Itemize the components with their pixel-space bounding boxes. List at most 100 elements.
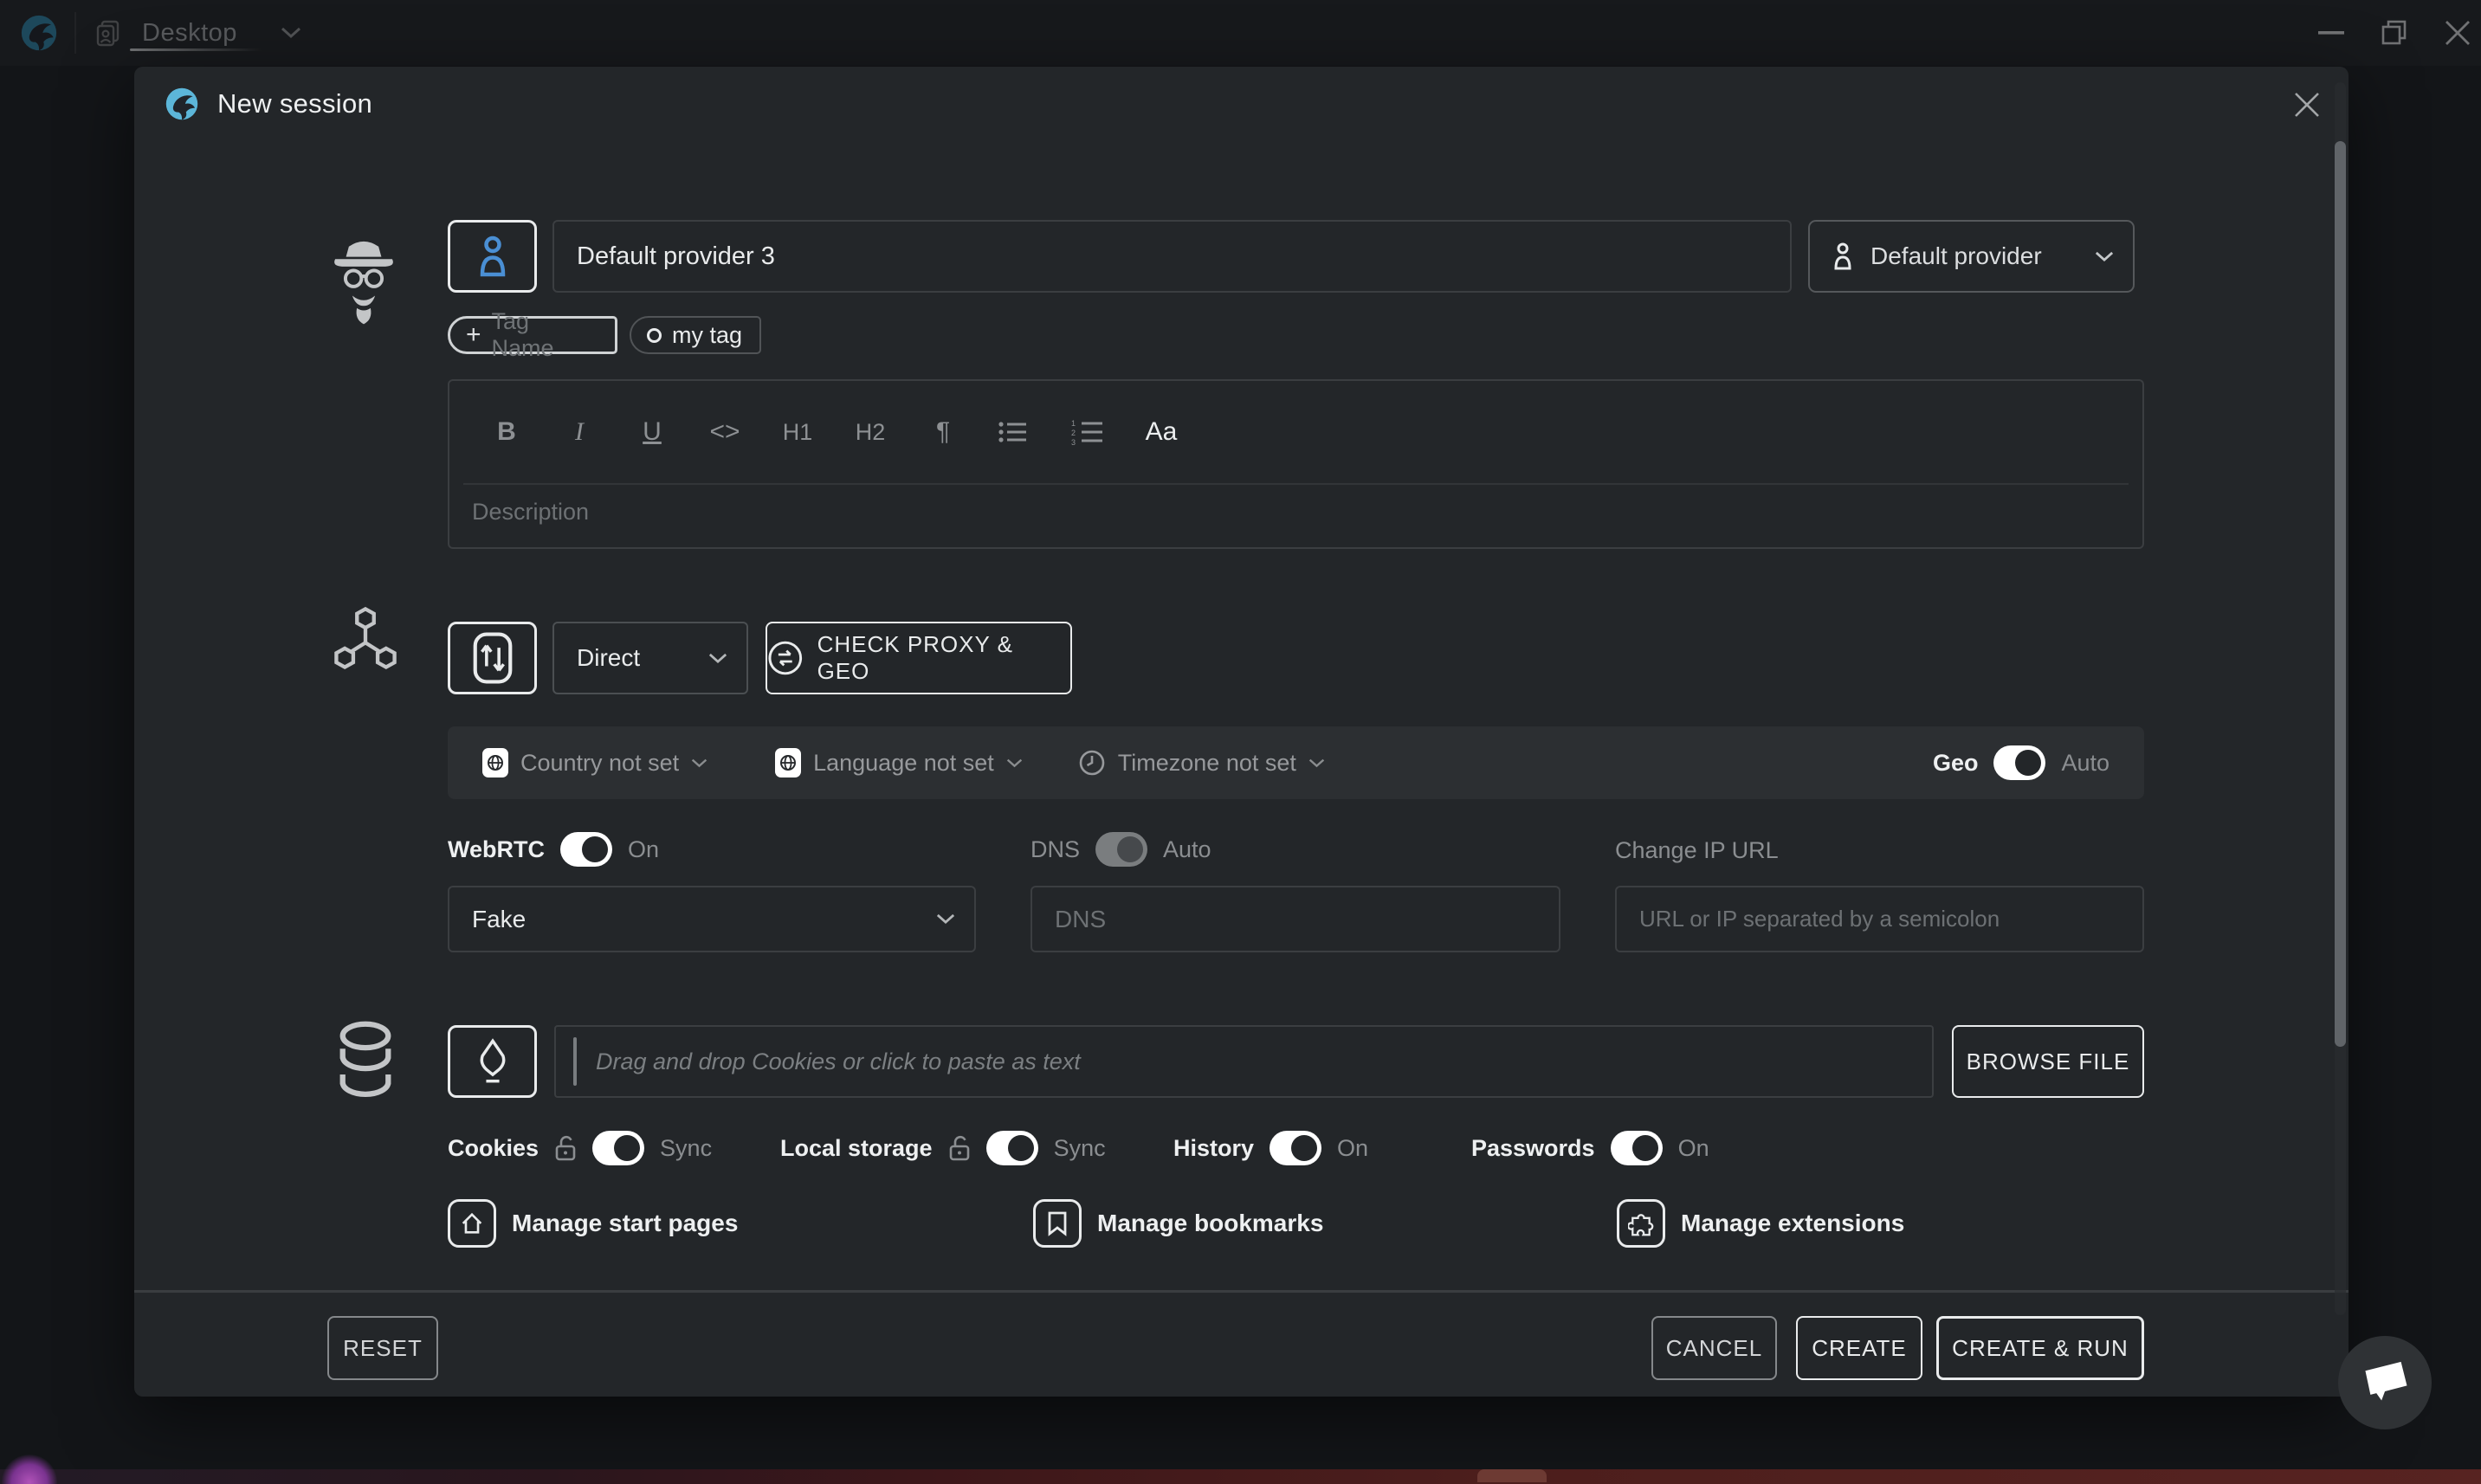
new-session-modal: New session [134,67,2349,1397]
passwords-state: On [1678,1135,1709,1162]
heading1-button[interactable]: H1 [780,419,815,446]
add-tag-placeholder: Tag Name [492,308,598,362]
webrtc-mode-value: Fake [472,906,936,933]
dns-label: DNS [1031,836,1080,863]
numbered-list-button[interactable]: 1 2 3 [1071,419,1106,445]
create-label: CREATE [1812,1335,1907,1362]
chevron-down-icon [936,913,955,925]
eraser-nib-icon [475,1038,510,1085]
clock-icon [1078,749,1106,777]
person-icon [1832,242,1853,270]
cancel-label: CANCEL [1666,1335,1762,1362]
browse-file-button[interactable]: BROWSE FILE [1952,1025,2144,1098]
manage-bookmarks-label: Manage bookmarks [1097,1210,1323,1237]
home-icon [448,1199,496,1248]
swap-arrows-icon [767,640,804,676]
change-ip-url-input[interactable] [1615,886,2144,952]
webrtc-label: WebRTC [448,836,545,863]
check-proxy-geo-button[interactable]: CHECK PROXY & GEO [766,622,1072,694]
passwords-toggle-group: Passwords On [1471,1129,1709,1167]
cancel-button[interactable]: CANCEL [1651,1316,1777,1380]
italic-button[interactable]: I [562,417,597,447]
reset-label: RESET [343,1335,423,1362]
timezone-dropdown[interactable]: Timezone not set [1078,749,1325,777]
profile-icon-button[interactable] [448,220,537,293]
storage-section-icon [332,1019,399,1102]
webrtc-toggle-group: WebRTC On [448,830,659,868]
tags-row: + Tag Name my tag [448,316,761,354]
chevron-down-icon [691,758,707,768]
reset-button[interactable]: RESET [327,1316,438,1380]
language-dropdown[interactable]: Language not set [775,748,1023,777]
support-chat-button[interactable] [2338,1336,2432,1429]
footer-divider [134,1290,2349,1293]
bold-button[interactable]: B [489,417,524,447]
cookies-sync-toggle[interactable] [592,1131,644,1165]
webrtc-state: On [628,836,659,863]
geo-toggle[interactable] [1993,745,2045,780]
cookies-sync-label: Cookies [448,1135,539,1162]
svg-text:1: 1 [1071,419,1076,428]
background-window-edge [0,1469,2481,1484]
create-and-run-button[interactable]: CREATE & RUN [1936,1316,2144,1380]
passwords-label: Passwords [1471,1135,1595,1162]
history-toggle[interactable] [1270,1131,1321,1165]
tag-chip-label: my tag [672,322,742,349]
cookies-sync-state: Sync [660,1135,712,1162]
modal-close-button[interactable] [2290,87,2324,122]
timezone-value: Timezone not set [1118,750,1296,777]
country-dropdown[interactable]: Country not set [482,748,707,777]
cookies-placeholder: Drag and drop Cookies or click to paste … [596,1048,1081,1075]
bookmark-icon [1033,1199,1082,1248]
passwords-toggle[interactable] [1611,1131,1663,1165]
svg-text:2: 2 [1071,429,1076,437]
svg-text:3: 3 [1071,438,1076,445]
history-toggle-group: History On [1173,1129,1368,1167]
identity-section-icon [329,233,398,326]
hummingbird-logo-icon [165,87,198,120]
lock-open-icon [554,1134,577,1162]
dns-state: Auto [1163,836,1211,863]
dns-toggle-group: DNS Auto [1031,830,1211,868]
create-button[interactable]: CREATE [1796,1316,1922,1380]
proxy-type-dropdown[interactable]: Direct [552,622,748,694]
manage-bookmarks[interactable]: Manage bookmarks [1033,1199,1323,1248]
dns-input[interactable] [1031,886,1560,952]
paragraph-button[interactable]: ¶ [926,417,960,447]
tag-chip[interactable]: my tag [630,316,761,354]
webrtc-mode-dropdown[interactable]: Fake [448,886,976,952]
cookies-dropzone[interactable]: Drag and drop Cookies or click to paste … [554,1025,1934,1098]
numbered-list-icon: 1 2 3 [1071,419,1102,445]
bullet-list-button[interactable] [998,420,1033,444]
manage-extensions[interactable]: Manage extensions [1617,1199,1904,1248]
editor-toolbar: B I U <> H1 H2 ¶ 1 2 3 [449,381,2142,483]
code-button[interactable]: <> [707,417,742,447]
text-style-button[interactable]: Aa [1144,417,1179,447]
dns-toggle[interactable] [1095,832,1147,867]
history-state: On [1337,1135,1368,1162]
session-name-input[interactable] [552,220,1792,293]
heading2-button[interactable]: H2 [853,419,888,446]
proxy-section-icon [332,605,399,673]
tag-dot-icon [647,328,662,343]
cookies-sync-group: Cookies Sync [448,1129,712,1167]
browse-file-label: BROWSE FILE [1967,1048,2130,1075]
clear-cookies-button[interactable] [448,1025,537,1098]
plus-icon: + [466,320,481,350]
description-placeholder[interactable]: Description [472,499,589,526]
history-label: History [1173,1135,1254,1162]
globe-icon [482,748,508,777]
close-icon [2293,91,2321,119]
provider-dropdown[interactable]: Default provider [1808,220,2135,293]
webrtc-toggle[interactable] [560,832,612,867]
editor-divider [463,483,2129,485]
globe-icon [775,748,801,777]
underline-button[interactable]: U [635,417,669,447]
modal-header: New session [134,67,2349,141]
modal-scrollbar-thumb[interactable] [2335,141,2346,1047]
provider-dropdown-value: Default provider [1870,242,2077,270]
localstorage-sync-toggle[interactable] [986,1131,1038,1165]
manage-start-pages[interactable]: Manage start pages [448,1199,738,1248]
add-tag-button[interactable]: + Tag Name [448,316,617,354]
proxy-icon-button[interactable] [448,622,537,694]
